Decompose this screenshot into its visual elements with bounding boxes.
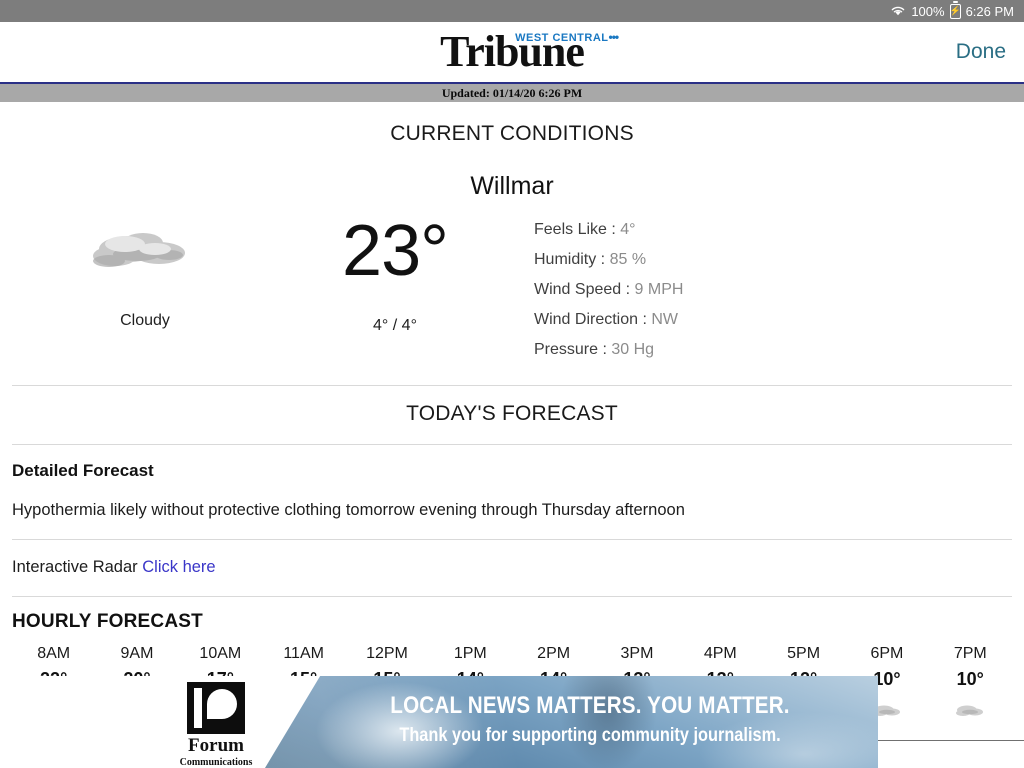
radar-click-here-link[interactable]: Click here — [142, 558, 215, 576]
hour-time: 7PM — [953, 645, 987, 662]
weather-app-screen: 100% ⚡ 6:26 PM Tribune WEST CENTRAL••• D… — [0, 0, 1024, 768]
battery-charging-icon: ⚡ — [949, 1, 961, 19]
hourly-forecast-heading: HOURLY FORECAST — [12, 611, 203, 632]
current-conditions-panel: Cloudy 23° 4° / 4° Feels Like : 4° Humid… — [12, 215, 1012, 371]
detail-row: Pressure : 30 Hg — [534, 341, 1004, 359]
logo-kicker-text: WEST CENTRAL — [515, 32, 609, 45]
city-name: Willmar — [470, 172, 554, 200]
temperature-block: 23° 4° / 4° — [270, 215, 520, 335]
ad-text-block: LOCAL NEWS MATTERS. YOU MATTER. Thank yo… — [330, 692, 850, 747]
hour-time: 9AM — [120, 645, 154, 662]
hour-time: 3PM — [620, 645, 654, 662]
detail-value: 4° — [620, 221, 636, 238]
section-divider — [12, 596, 1012, 597]
cloudy-icon — [929, 698, 1012, 724]
hour-time: 8AM — [37, 645, 71, 662]
detail-label: Feels Like : — [534, 221, 616, 238]
hourly-item: 7PM 10° — [929, 645, 1012, 753]
todays-forecast-heading: TODAY'S FORECAST — [406, 402, 618, 425]
hour-time: 11AM — [283, 645, 324, 662]
page-content: CURRENT CONDITIONS Willmar Cloudy 23° 4°… — [0, 122, 1024, 753]
detailed-forecast-label: Detailed Forecast — [12, 461, 154, 480]
detail-value: 85 % — [609, 251, 647, 268]
hour-time: 6PM — [870, 645, 904, 662]
hour-time: 1PM — [453, 645, 487, 662]
detail-row: Feels Like : 4° — [534, 221, 1004, 239]
hour-time: 12PM — [366, 645, 408, 662]
app-header: Tribune WEST CENTRAL••• Done — [0, 22, 1024, 82]
ad-logo-name: Forum — [188, 735, 244, 756]
hour-time: 4PM — [703, 645, 737, 662]
advertisement-banner[interactable]: Forum Communications Company LOCAL NEWS … — [0, 676, 878, 768]
current-conditions-heading: CURRENT CONDITIONS — [390, 122, 634, 145]
detail-row: Humidity : 85 % — [534, 251, 1004, 269]
status-bar: 100% ⚡ 6:26 PM — [0, 0, 1024, 22]
forum-communications-logo: Forum Communications Company — [170, 682, 262, 768]
interactive-radar-label: Interactive Radar — [12, 558, 138, 576]
done-button[interactable]: Done — [956, 40, 1006, 64]
conditions-details-list: Feels Like : 4° Humidity : 85 % Wind Spe… — [520, 215, 1004, 371]
detail-row: Wind Speed : 9 MPH — [534, 281, 1004, 299]
section-divider — [12, 444, 1012, 445]
detail-label: Pressure : — [534, 341, 607, 358]
interactive-radar-row: Interactive Radar Click here — [12, 558, 1012, 577]
cloudy-icon — [85, 233, 205, 289]
hour-time: 2PM — [537, 645, 571, 662]
forum-f-logo-icon — [187, 682, 245, 734]
detailed-forecast-text: Hypothermia likely without protective cl… — [12, 501, 685, 519]
ad-subline: Thank you for supporting community journ… — [399, 725, 781, 746]
section-divider — [12, 539, 1012, 540]
detail-label: Humidity : — [534, 251, 606, 268]
current-temperature: 23° — [342, 211, 449, 291]
detail-row: Wind Direction : NW — [534, 311, 1004, 329]
updated-bar: Updated: 01/14/20 6:26 PM — [0, 84, 1024, 102]
section-divider — [12, 385, 1012, 386]
status-clock: 6:26 PM — [965, 3, 1014, 19]
hour-temp: 10° — [956, 669, 984, 689]
hour-time: 5PM — [787, 645, 821, 662]
condition-label: Cloudy — [120, 312, 170, 329]
detail-value: 30 Hg — [611, 341, 655, 358]
hour-time: 10AM — [199, 645, 242, 662]
high-low-temperature: 4° / 4° — [373, 317, 417, 334]
logo-kicker-dots: ••• — [608, 30, 620, 45]
ad-headline: LOCAL NEWS MATTERS. YOU MATTER. — [390, 692, 790, 719]
logo-kicker: WEST CENTRAL••• — [515, 30, 620, 45]
detail-value: 9 MPH — [634, 281, 684, 298]
current-condition-block: Cloudy — [20, 215, 270, 330]
wifi-icon — [890, 5, 906, 17]
detail-value: NW — [651, 311, 679, 328]
battery-percent-label: 100% — [911, 3, 945, 19]
detail-label: Wind Speed : — [534, 281, 631, 298]
detail-label: Wind Direction : — [534, 311, 647, 328]
tribune-logo: Tribune WEST CENTRAL••• — [440, 30, 619, 74]
ad-logo-sub1: Communications — [179, 757, 253, 768]
